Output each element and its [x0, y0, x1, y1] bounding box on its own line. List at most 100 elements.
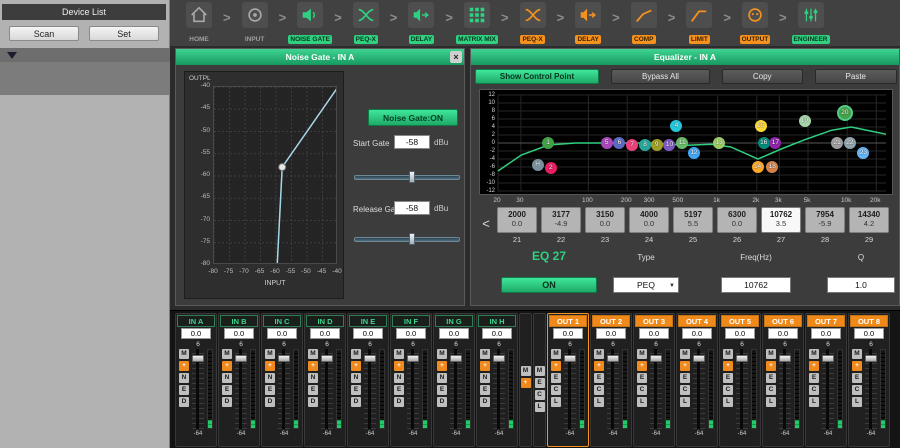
noise-gate-on-button[interactable]: Noise Gate:ON [368, 109, 458, 126]
channel-fader[interactable] [278, 349, 290, 429]
eq-point-12[interactable]: 12 [688, 147, 700, 159]
channel-c-button[interactable]: C [637, 385, 647, 395]
bus-e-button[interactable]: E [535, 378, 545, 388]
eq-point-16[interactable]: 16 [758, 137, 770, 149]
eq-band-box[interactable]: 31500.0 [585, 207, 625, 233]
eq-point-21[interactable]: 21 [831, 137, 843, 149]
channel-gain-value[interactable]: 0.0 [639, 328, 669, 339]
eq-band-21[interactable]: 20000.021 [497, 207, 537, 244]
channel---button[interactable]: + [265, 361, 275, 371]
eq-band-23[interactable]: 31500.023 [585, 207, 625, 244]
eq-band-27[interactable]: 107623.527 [761, 207, 801, 244]
channel---button[interactable]: + [351, 361, 361, 371]
channel-n-button[interactable]: N [394, 373, 404, 383]
channel-d-button[interactable]: D [351, 397, 361, 407]
fader-handle[interactable] [564, 355, 576, 362]
channel-m-button[interactable]: M [222, 349, 232, 359]
eq-type-dropdown[interactable]: PEQ ▼ [613, 277, 679, 293]
channel-fader[interactable] [779, 349, 791, 429]
start-gate-value[interactable]: -58 [394, 135, 430, 149]
channel-m-button[interactable]: M [265, 349, 275, 359]
equalizer-panel-titlebar[interactable]: Equalizer - IN A [471, 49, 899, 65]
channel-label[interactable]: IN B [220, 315, 258, 327]
channel-gain-value[interactable]: 0.0 [768, 328, 798, 339]
channel-gain-value[interactable]: 0.0 [224, 328, 254, 339]
channel-fader[interactable] [736, 349, 748, 429]
channel-l-button[interactable]: L [637, 397, 647, 407]
toolbar-item-delay[interactable]: DELAY [565, 1, 611, 46]
channel-l-button[interactable]: L [594, 397, 604, 407]
channel-l-button[interactable]: L [852, 397, 862, 407]
eq-band-22[interactable]: 3177-4.922 [541, 207, 581, 244]
channel-e-button[interactable]: E [766, 373, 776, 383]
channel-e-button[interactable]: E [351, 385, 361, 395]
channel-c-button[interactable]: C [594, 385, 604, 395]
fader-handle[interactable] [865, 355, 877, 362]
channel-m-button[interactable]: M [723, 349, 733, 359]
eq-q-field[interactable]: 1.0 [827, 277, 895, 293]
fader-handle[interactable] [450, 355, 462, 362]
noise-gate-panel-titlebar[interactable]: Noise Gate - IN A × [176, 49, 464, 65]
toolbar-item-engineer[interactable]: ENGINEER [788, 1, 834, 46]
channel-e-button[interactable]: E [809, 373, 819, 383]
fader-handle[interactable] [321, 355, 333, 362]
channel-c-button[interactable]: C [723, 385, 733, 395]
channel-fader[interactable] [321, 349, 333, 429]
channel-fader[interactable] [693, 349, 705, 429]
channel-gain-value[interactable]: 0.0 [596, 328, 626, 339]
eq-band-box[interactable]: 107623.5 [761, 207, 801, 233]
channel-c-button[interactable]: C [551, 385, 561, 395]
eq-point-7[interactable]: 7 [626, 139, 638, 151]
toolbar-item-peq-x[interactable]: PEQ-X [343, 1, 389, 46]
channel-label[interactable]: OUT 4 [678, 315, 716, 327]
channel-label[interactable]: IN A [177, 315, 215, 327]
eq-band-28[interactable]: 7954-5.928 [805, 207, 845, 244]
channel-c-button[interactable]: C [809, 385, 819, 395]
copy-button[interactable]: Copy [722, 69, 803, 84]
eq-point-19[interactable]: 19 [799, 115, 811, 127]
channel-label[interactable]: OUT 6 [764, 315, 802, 327]
eq-point-5[interactable]: 5 [601, 137, 613, 149]
channel---button[interactable]: + [551, 361, 561, 371]
bus-l-button[interactable]: L [535, 402, 545, 412]
eq-point-22[interactable]: 22 [844, 137, 856, 149]
set-button[interactable]: Set [89, 26, 159, 41]
channel-label[interactable]: OUT 7 [807, 315, 845, 327]
channel-fader[interactable] [364, 349, 376, 429]
channel-d-button[interactable]: D [222, 397, 232, 407]
channel-c-button[interactable]: C [852, 385, 862, 395]
channel-n-button[interactable]: N [179, 373, 189, 383]
channel---button[interactable]: + [637, 361, 647, 371]
channel-n-button[interactable]: N [308, 373, 318, 383]
fader-handle[interactable] [192, 355, 204, 362]
channel-e-button[interactable]: E [637, 373, 647, 383]
channel-label[interactable]: OUT 1 [549, 315, 587, 327]
channel---button[interactable]: + [852, 361, 862, 371]
toolbar-item-input[interactable]: INPUT [232, 1, 278, 46]
channel-label[interactable]: OUT 3 [635, 315, 673, 327]
channel-gain-value[interactable]: 0.0 [482, 328, 512, 339]
channel-l-button[interactable]: L [680, 397, 690, 407]
eq-band-box[interactable]: 63000.0 [717, 207, 757, 233]
collapse-caret-icon[interactable] [7, 52, 17, 59]
channel-gain-value[interactable]: 0.0 [353, 328, 383, 339]
fader-handle[interactable] [235, 355, 247, 362]
eq-point-9[interactable]: 9 [651, 139, 663, 151]
channel-gain-value[interactable]: 0.0 [725, 328, 755, 339]
toolbar-item-peq-x[interactable]: PEQ-X [510, 1, 556, 46]
channel-fader[interactable] [607, 349, 619, 429]
channel-fader[interactable] [407, 349, 419, 429]
channel-gain-value[interactable]: 0.0 [396, 328, 426, 339]
channel-e-button[interactable]: E [179, 385, 189, 395]
eq-point-20[interactable]: 20 [839, 107, 851, 119]
fader-handle[interactable] [278, 355, 290, 362]
channel-m-button[interactable]: M [852, 349, 862, 359]
channel-fader[interactable] [235, 349, 247, 429]
channel-m-button[interactable]: M [594, 349, 604, 359]
eq-band-26[interactable]: 63000.026 [717, 207, 757, 244]
channel-e-button[interactable]: E [680, 373, 690, 383]
channel-m-button[interactable]: M [637, 349, 647, 359]
channel-fader[interactable] [822, 349, 834, 429]
channel---button[interactable]: + [480, 361, 490, 371]
start-gate-slider[interactable] [354, 171, 460, 183]
